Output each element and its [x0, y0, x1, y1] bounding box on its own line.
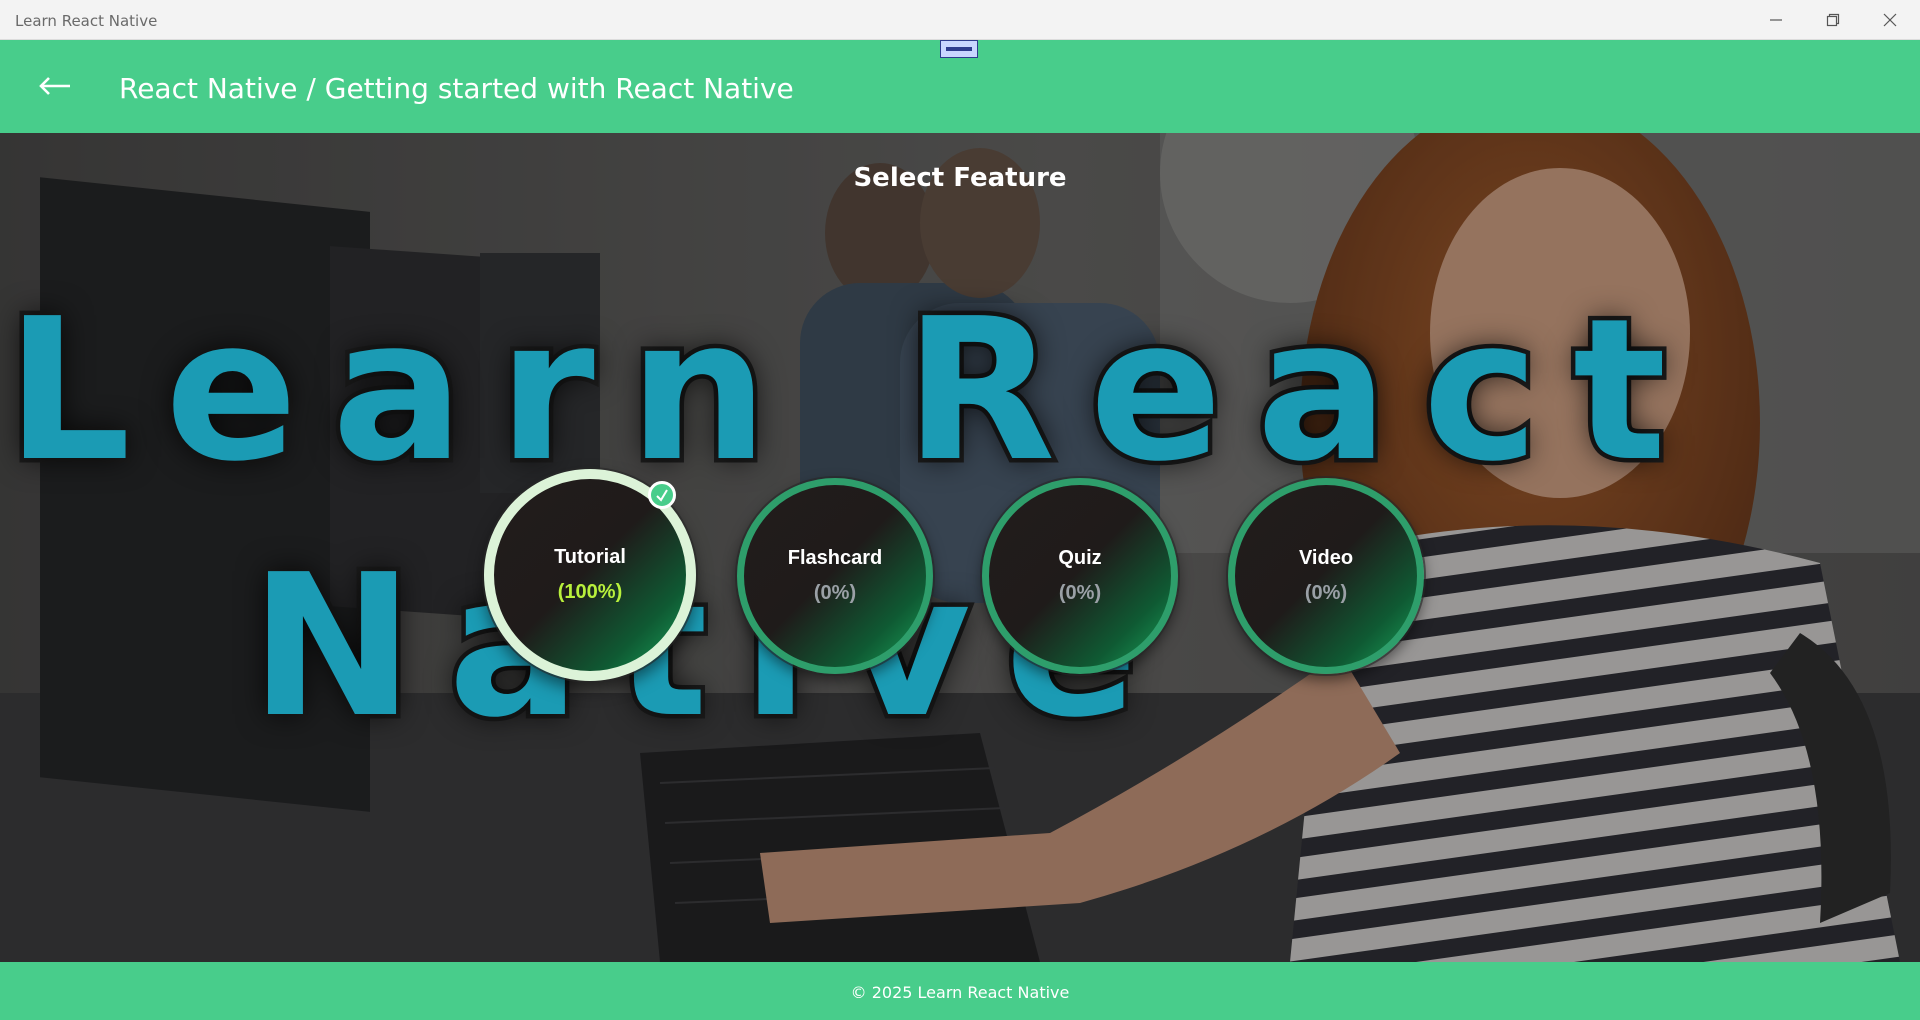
back-button[interactable] [32, 66, 78, 106]
close-button[interactable] [1862, 0, 1918, 40]
feature-label: Tutorial [554, 546, 626, 568]
window-titlebar: Learn React Native [0, 0, 1920, 40]
feature-tutorial-button[interactable]: Tutorial (100%) [484, 469, 696, 681]
section-title: Select Feature [853, 163, 1067, 193]
background-logo-text-line-1: Learn React [2, 277, 1701, 505]
feature-selection-panel: Learn React Native Select Feature Tutori… [0, 133, 1920, 962]
completed-badge [648, 481, 676, 509]
feature-video-button[interactable]: Video (0%) [1228, 478, 1424, 674]
grip-icon [946, 47, 972, 51]
page-breadcrumb: React Native / Getting started with Reac… [119, 72, 794, 105]
minimize-icon [1770, 19, 1782, 21]
copyright-text: © 2025 Learn React Native [850, 983, 1070, 1002]
arrow-left-icon [39, 77, 70, 95]
feature-progress: (0%) [1304, 582, 1348, 604]
feature-progress: (100%) [557, 581, 623, 603]
feature-progress: (0%) [813, 582, 857, 604]
restore-button[interactable] [1805, 0, 1861, 40]
restore-icon [1826, 13, 1840, 27]
app-footer: © 2025 Learn React Native [0, 962, 1920, 1020]
minimize-button[interactable] [1748, 0, 1804, 40]
drag-handle[interactable] [940, 40, 978, 58]
feature-label: Quiz [1058, 547, 1102, 569]
feature-label: Video [1298, 547, 1354, 569]
close-icon [1883, 13, 1897, 27]
window-title: Learn React Native [15, 12, 158, 30]
feature-label: Flashcard [787, 547, 883, 569]
check-icon [656, 489, 668, 502]
feature-flashcard-button[interactable]: Flashcard (0%) [737, 478, 933, 674]
feature-quiz-button[interactable]: Quiz (0%) [982, 478, 1178, 674]
feature-progress: (0%) [1058, 582, 1102, 604]
